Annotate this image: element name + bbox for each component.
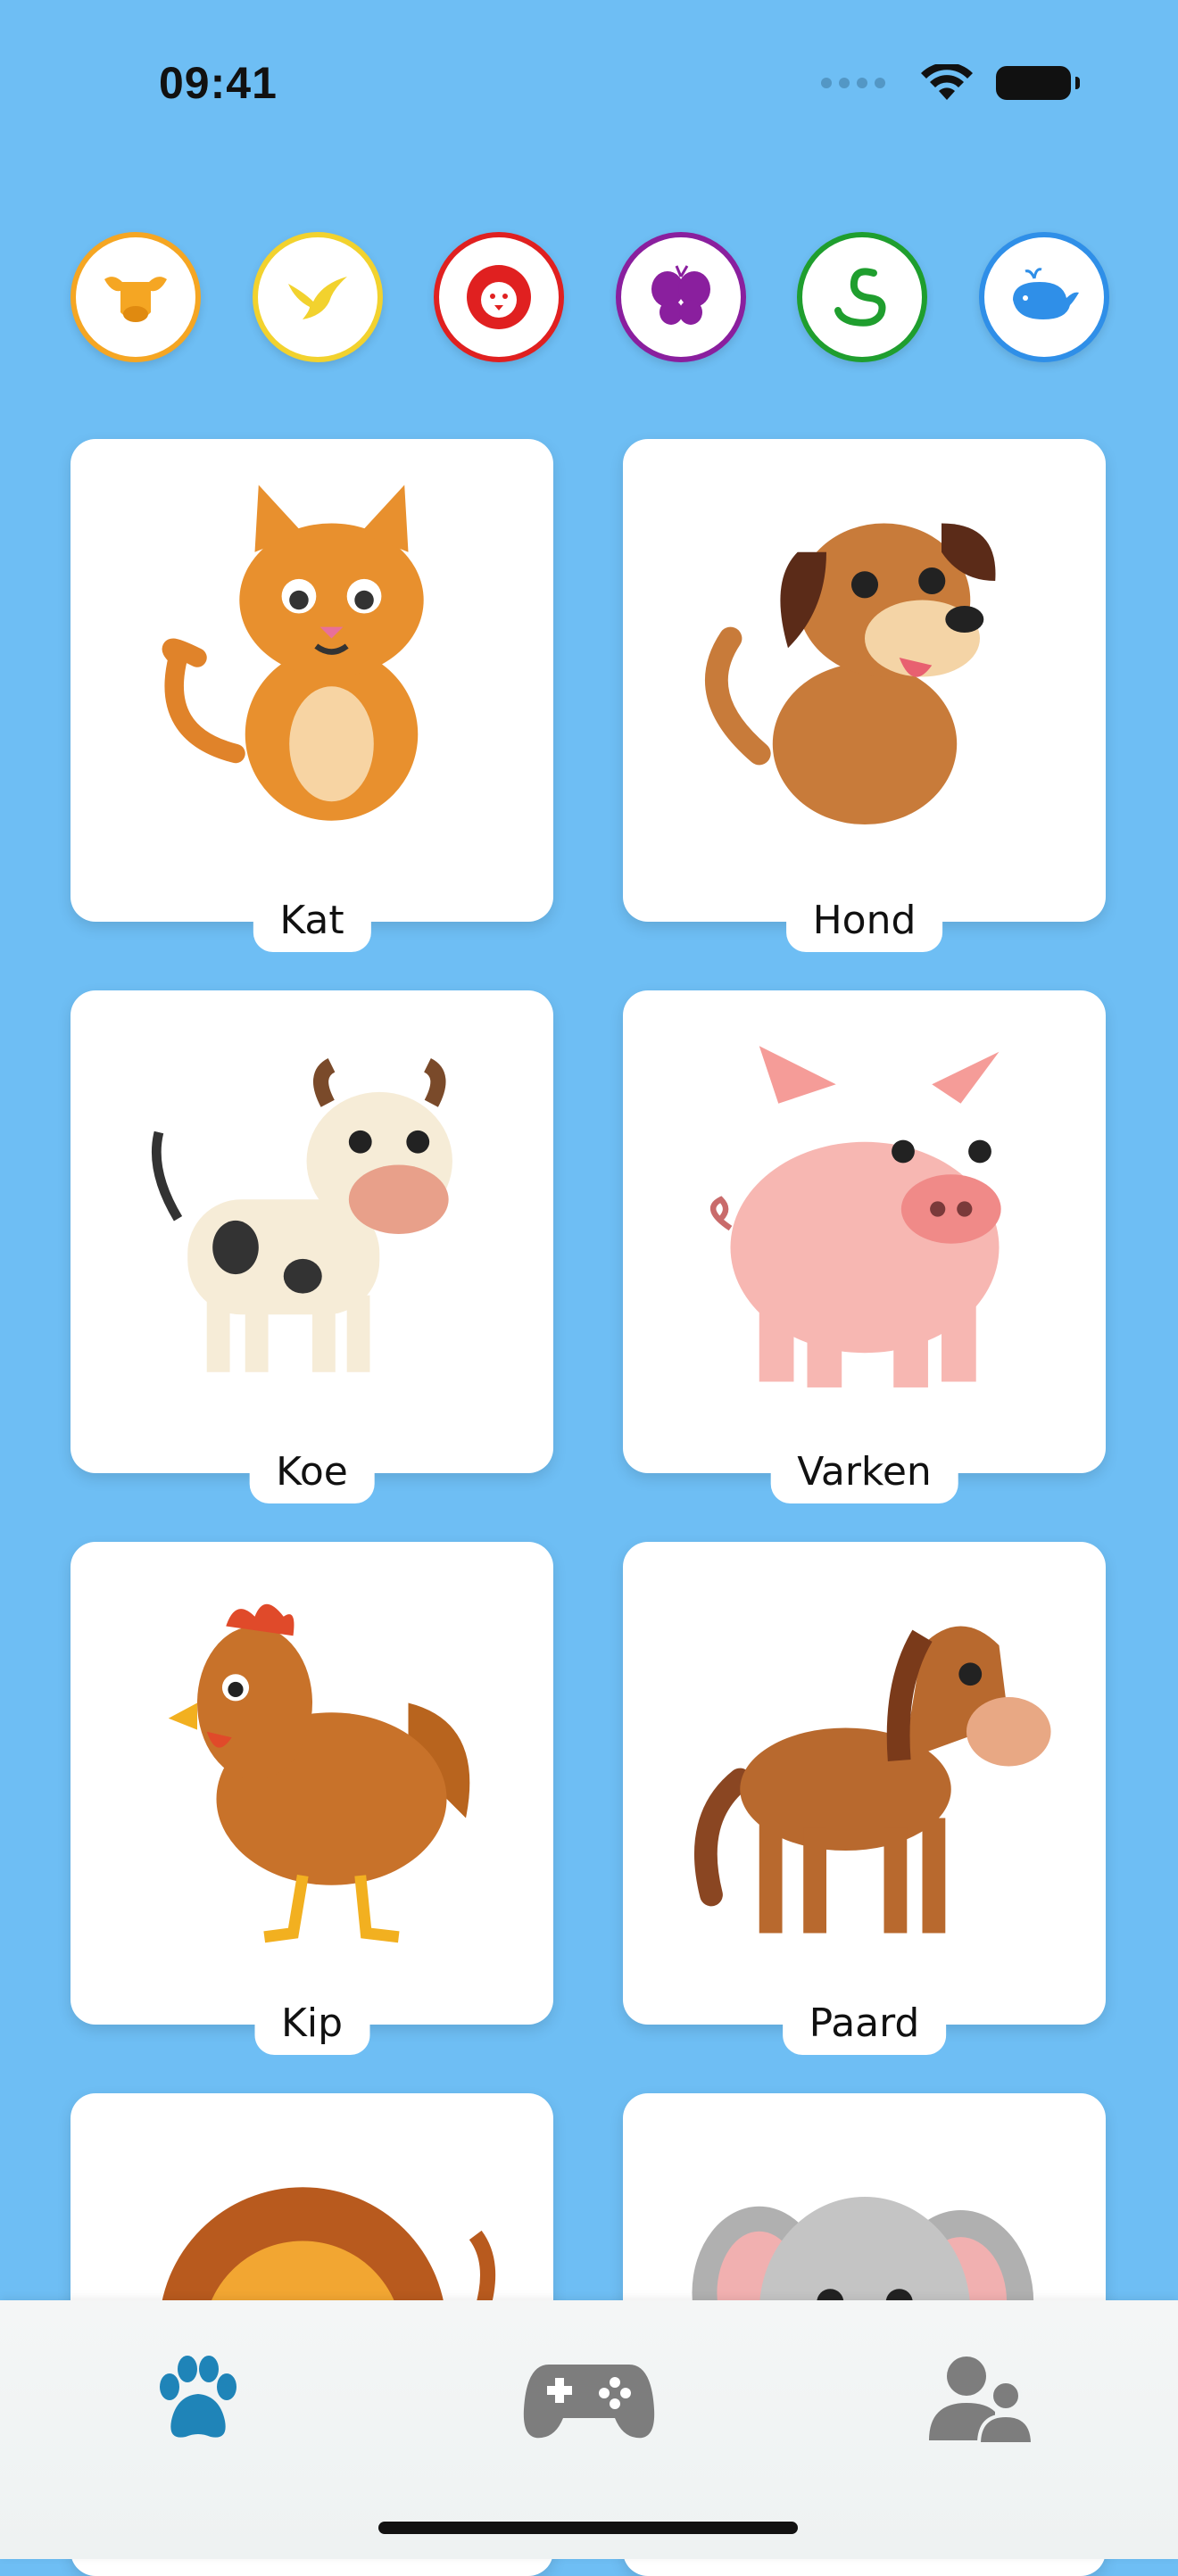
animal-card-chicken[interactable]: Kip [71,1542,553,2055]
pig-illustration [709,1046,1001,1387]
tab-bar [0,2300,1178,2559]
tab-animals[interactable] [130,2347,264,2454]
chicken-illustration [168,1603,469,1943]
cow-illustration [151,1058,452,1372]
whale-icon [1012,268,1079,319]
category-wild[interactable] [434,232,565,362]
category-insects[interactable] [615,232,746,362]
wifi-icon [921,64,973,100]
dog-illustration [704,523,995,825]
status-icons [821,64,1080,102]
animal-label: Koe [249,1444,375,1503]
animal-card-pig[interactable]: Varken [623,990,1106,1503]
tab-profiles[interactable] [915,2347,1049,2454]
bird-icon [287,277,347,319]
animal-label: Paard [782,1995,947,2055]
tab-games[interactable] [522,2347,656,2454]
paw-icon [160,2356,236,2438]
animal-card-dog[interactable]: Hond [623,439,1106,952]
status-time: 09:41 [159,58,278,108]
users-icon [929,2357,1035,2446]
signal-icon [821,78,885,88]
cat-illustration [162,485,424,821]
category-reptiles[interactable] [797,232,928,362]
animal-card-horse[interactable]: Paard [623,1542,1106,2055]
category-row [71,232,1109,362]
animal-label: Varken [770,1444,958,1503]
home-indicator [378,2522,798,2534]
butterfly-icon [651,265,710,325]
cow-icon [104,277,167,322]
animal-card-cow[interactable]: Koe [71,990,553,1503]
snake-icon [834,268,886,327]
horse-illustration [693,1626,1051,1934]
category-bird[interactable] [252,232,383,362]
battery-icon [996,66,1080,100]
animal-label: Kip [253,1995,370,2055]
lion-icon [467,265,532,329]
category-cow[interactable] [71,232,201,362]
animal-label: Kat [253,892,371,952]
animal-label: Hond [785,892,943,952]
category-sea[interactable] [978,232,1109,362]
gamepad-icon [523,2365,655,2439]
animal-card-cat[interactable]: Kat [71,439,553,952]
